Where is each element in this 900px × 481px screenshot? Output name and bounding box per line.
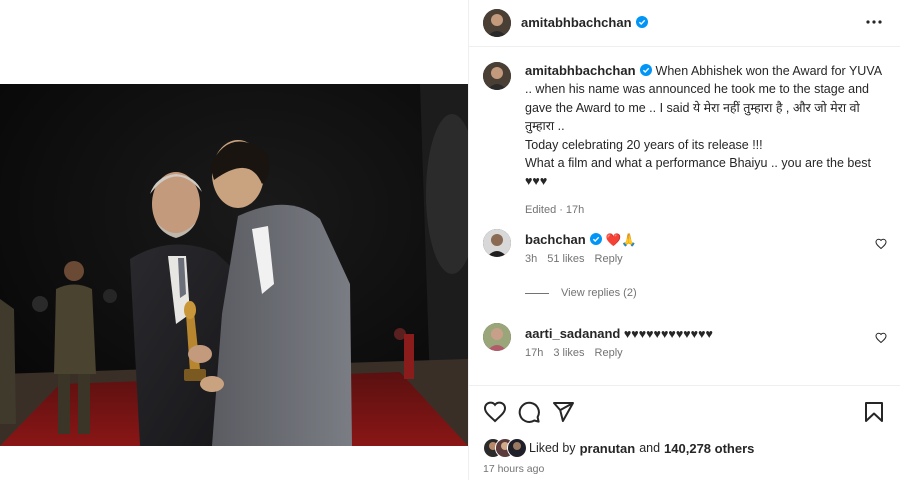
- share-send-icon[interactable]: [551, 400, 575, 424]
- profile-avatar[interactable]: [483, 9, 511, 37]
- verified-badge-icon: [589, 232, 602, 245]
- caption-line-3: What a film and what a performance Bhaiy…: [525, 156, 872, 189]
- caption-time: 17h: [565, 203, 585, 216]
- comment-meta: 17h 3 likes Reply: [525, 347, 633, 359]
- comment-time: 3h: [525, 253, 538, 265]
- post-timestamp[interactable]: 17 hours ago: [483, 463, 544, 475]
- comment-text: bachchan ❤️🙏: [525, 231, 855, 249]
- divider-line: [525, 292, 549, 294]
- post-header: amitabhbachchan: [469, 0, 900, 47]
- post-details-panel: amitabhbachchan amitabhbachchan When Abhi…: [468, 0, 900, 480]
- reply-button[interactable]: Reply: [595, 253, 623, 265]
- comment-likes[interactable]: 3 likes: [553, 347, 584, 359]
- verified-badge-icon: [635, 15, 648, 28]
- liker-avatar: [507, 438, 527, 458]
- comment-body: ❤️🙏: [605, 233, 637, 247]
- edited-label: Edited: [525, 203, 557, 216]
- caption-username[interactable]: amitabhbachchan: [525, 63, 636, 78]
- comment-username[interactable]: bachchan: [525, 232, 586, 247]
- post-photo[interactable]: [0, 84, 468, 446]
- likes-and-label: and: [639, 441, 661, 455]
- caption-meta: Edited · 17h: [525, 203, 585, 216]
- comment-meta: 3h 51 likes Reply: [525, 253, 633, 265]
- liked-by-label: Liked by: [529, 441, 576, 455]
- header-username[interactable]: amitabhbachchan: [521, 15, 632, 30]
- comment-time: 17h: [525, 347, 544, 359]
- more-options-icon[interactable]: [864, 12, 884, 32]
- comment-likes[interactable]: 51 likes: [547, 253, 584, 265]
- liker-avatars[interactable]: [483, 438, 529, 458]
- caption-avatar[interactable]: [483, 62, 511, 90]
- verified-badge-icon: [639, 63, 652, 76]
- view-replies-button[interactable]: View replies (2): [525, 287, 637, 299]
- liked-by-user[interactable]: pranutan: [580, 441, 636, 456]
- comment-avatar[interactable]: [483, 229, 511, 257]
- view-replies-label: View replies (2): [561, 287, 637, 299]
- likes-count[interactable]: 140,278 others: [664, 441, 754, 456]
- reply-button[interactable]: Reply: [595, 347, 623, 359]
- caption-line-2: Today celebrating 20 years of its releas…: [525, 137, 763, 152]
- save-bookmark-icon[interactable]: [862, 400, 886, 424]
- comment-avatar[interactable]: [483, 323, 511, 351]
- post-actions: Liked by pranutan and 140,278 others 17 …: [469, 385, 900, 481]
- likes-summary: Liked by pranutan and 140,278 others: [483, 438, 754, 458]
- like-heart-icon[interactable]: [483, 400, 507, 424]
- comment-username[interactable]: aarti_sadanand: [525, 326, 620, 341]
- like-comment-icon[interactable]: [875, 331, 887, 344]
- like-comment-icon[interactable]: [875, 237, 887, 250]
- post-media: [0, 0, 468, 480]
- comment-body: ♥♥♥♥♥♥♥♥♥♥♥♥: [623, 327, 713, 341]
- award-photo-image: [0, 84, 468, 446]
- caption-text: amitabhbachchan When Abhishek won the Awa…: [525, 62, 885, 219]
- comment-bubble-icon[interactable]: [517, 400, 541, 424]
- comment-text: aarti_sadanand ♥♥♥♥♥♥♥♥♥♥♥♥: [525, 325, 855, 343]
- instagram-post: amitabhbachchan amitabhbachchan When Abhi…: [0, 0, 900, 480]
